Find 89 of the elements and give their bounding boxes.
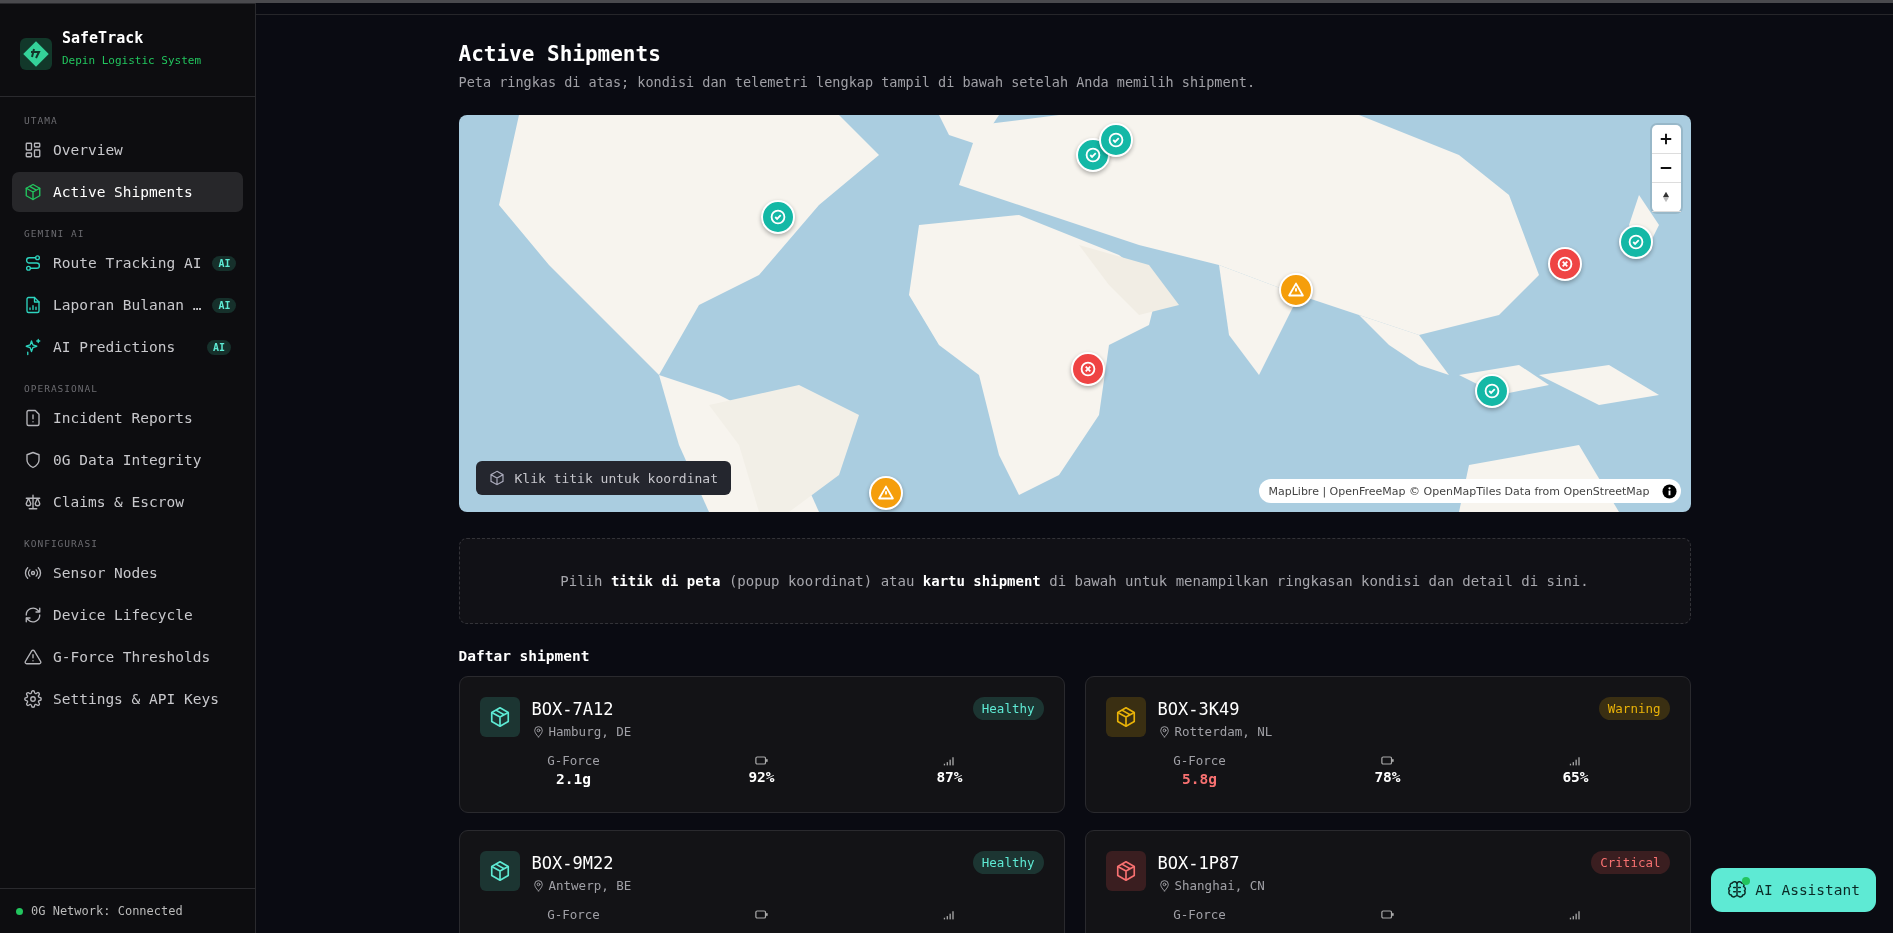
shipment-id: BOX-1P87 (1157, 853, 1241, 873)
info-icon[interactable] (1661, 483, 1677, 499)
route-icon (24, 254, 42, 272)
brand-name: SafeTrack (62, 29, 145, 47)
shipment-location: Hamburg, DE (548, 724, 632, 739)
shipment-id: BOX-3K49 (1157, 699, 1241, 719)
battery-icon (1380, 755, 1395, 766)
g-force-label: G-Force (1173, 907, 1226, 922)
pin-icon (1157, 879, 1171, 892)
sparkles-icon (24, 338, 42, 356)
sidebar-item[interactable]: Claims & Escrow (12, 482, 243, 522)
status-badge: Warning (1598, 697, 1670, 720)
section-title: Daftar shipment (458, 648, 591, 664)
pin-icon (1157, 725, 1171, 738)
ai-badge: AI (212, 297, 237, 313)
box-icon (488, 470, 505, 486)
shipment-id: BOX-9M22 (531, 853, 615, 873)
sidebar-item[interactable]: 0G Data Integrity (12, 440, 243, 480)
page-subtitle: Peta ringkas di atas; kondisi dan telemetri lengkap tampil di bawah setelah Anda memilih shipment. (458, 74, 1256, 90)
settings-icon (24, 690, 42, 708)
alert-file-icon (24, 409, 42, 427)
box-icon (1105, 697, 1146, 737)
sidebar-item[interactable]: Device Lifecycle (12, 595, 243, 635)
section-label: UTAMA (23, 114, 59, 128)
shipment-id: BOX-7A12 (531, 699, 615, 719)
document-chart-icon (24, 296, 42, 314)
battery-value: 92% (748, 769, 775, 785)
signal-value: 87% (936, 769, 963, 785)
section-label: OPERASIONAL (23, 382, 99, 396)
brain-icon (1727, 880, 1748, 900)
sidebar-item[interactable]: Route Tracking AI AI (12, 243, 243, 283)
signal-icon (1569, 909, 1582, 920)
g-force-label: G-Force (547, 907, 600, 922)
shipment-location: Antwerp, BE (548, 878, 632, 893)
map-panel[interactable]: Klik titik untuk koordinat MapLibre | OpenFreeMap © OpenMapTiles Data from OpenStreetMap (458, 115, 1691, 512)
refresh-icon (24, 606, 42, 624)
ai-assistant-button[interactable]: AI Assistant (1711, 868, 1876, 912)
antenna-icon (24, 564, 42, 582)
section-label: KONFIGURASI (23, 537, 99, 551)
signal-icon (943, 909, 956, 920)
pin-icon (531, 725, 545, 738)
page-title: Active Shipments (458, 42, 662, 66)
section-label: GEMINI AI (23, 227, 86, 241)
sidebar-item[interactable]: Laporan Bulanan … AI (12, 285, 243, 325)
shield-icon (24, 451, 42, 469)
status-badge: Critical (1591, 851, 1670, 874)
ai-badge: AI (212, 255, 237, 271)
attribution-text: MapLibre | OpenFreeMap © OpenMapTiles Data from OpenStreetMap (1268, 484, 1650, 498)
battery-icon (754, 755, 769, 766)
logo-icon (20, 38, 52, 70)
signal-value: 65% (1562, 769, 1589, 785)
sidebar-item[interactable]: G-Force Thresholds (12, 637, 243, 677)
sidebar-item[interactable]: Overview (12, 130, 243, 170)
sidebar-item[interactable]: AI Predictions AI (12, 327, 243, 367)
map-hint-text: Klik titik untuk koordinat (514, 470, 718, 486)
box-icon (479, 697, 520, 737)
shipment-card[interactable]: BOX-7A12 Hamburg, DE Healthy G-Force 2.1g 92% 87% (458, 676, 1065, 813)
battery-value: 78% (1374, 769, 1401, 785)
brand-tagline: Depin Logistic System (62, 54, 202, 67)
battery-icon (1380, 909, 1395, 920)
warning-icon (24, 648, 42, 666)
pin-icon (531, 879, 545, 892)
sidebar-item[interactable]: Active Shipments (12, 172, 243, 212)
box-icon (1105, 851, 1146, 891)
shipment-location: Shanghai, CN (1174, 878, 1265, 893)
status-badge: Healthy (972, 697, 1044, 720)
box-icon (479, 851, 520, 891)
sidebar-item[interactable]: Incident Reports (12, 398, 243, 438)
plus-icon (1659, 132, 1673, 146)
signal-icon (1569, 755, 1582, 766)
shipment-location: Rotterdam, NL (1174, 724, 1273, 739)
shipment-card[interactable]: BOX-1P87 Shanghai, CN Critical G-Force (1084, 830, 1691, 933)
box-icon (24, 183, 42, 201)
sidebar-item[interactable]: Settings & API Keys (12, 679, 243, 719)
g-force-label: G-Force (1173, 753, 1226, 768)
info-text: Pilih titik di peta (popup koordinat) atau kartu shipment di bawah untuk menampilkan ringkasan kondisi dan detail di sini. (560, 573, 1589, 589)
g-force-value: 5.8g (1182, 771, 1217, 787)
sidebar-item[interactable]: Sensor Nodes (12, 553, 243, 593)
shipment-card[interactable]: BOX-9M22 Antwerp, BE Healthy G-Force (458, 830, 1065, 933)
grid-icon (24, 141, 42, 159)
signal-icon (943, 755, 956, 766)
scale-icon (24, 493, 42, 511)
g-force-value: 2.1g (556, 771, 591, 787)
g-force-label: G-Force (547, 753, 600, 768)
battery-icon (754, 909, 769, 920)
status-badge: Healthy (972, 851, 1044, 874)
network-status: 0G Network: Connected (31, 904, 183, 918)
ai-badge: AI (206, 339, 231, 355)
shipment-card[interactable]: BOX-3K49 Rotterdam, NL Warning G-Force 5.8g 78% 65% (1084, 676, 1691, 813)
